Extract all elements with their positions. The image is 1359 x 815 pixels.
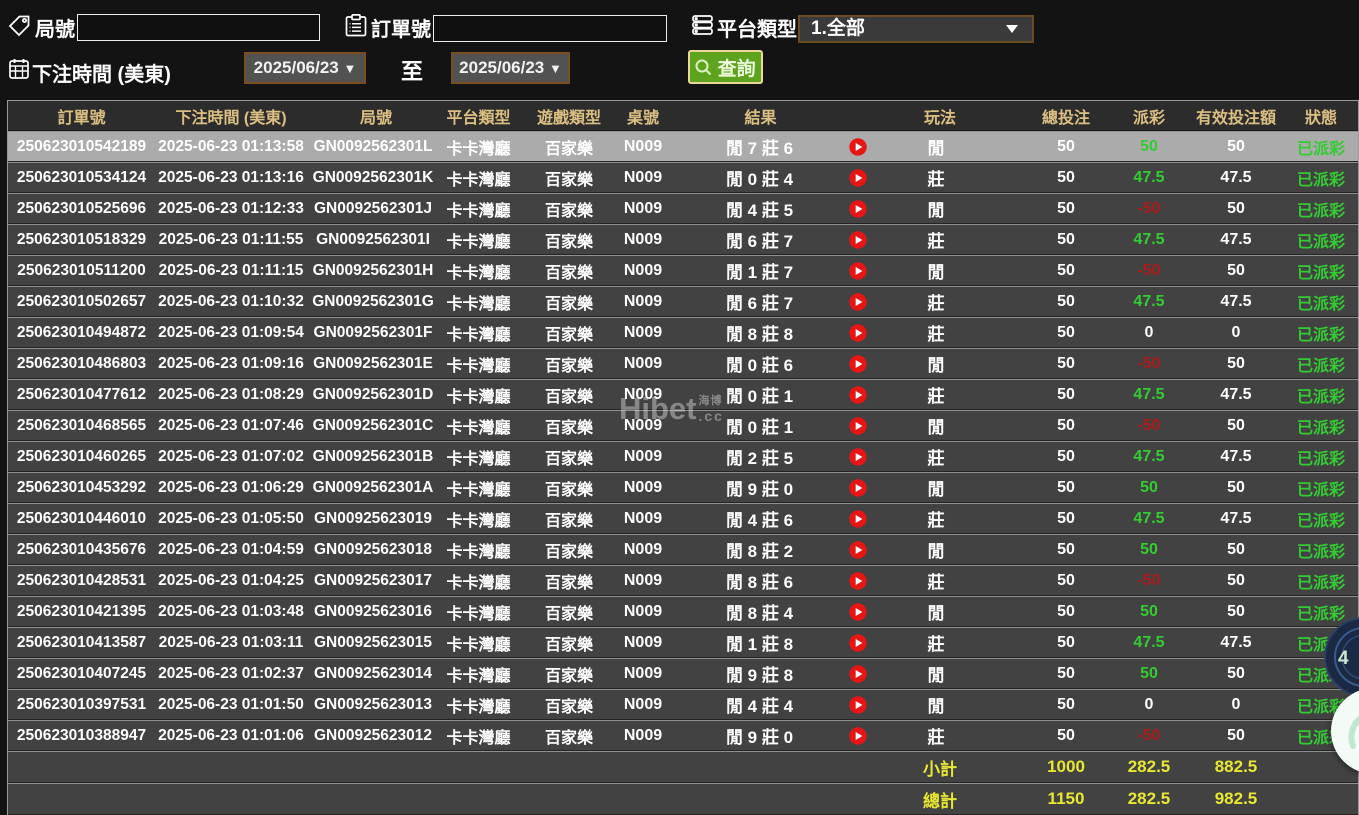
svg-text:4: 4: [1338, 648, 1349, 669]
